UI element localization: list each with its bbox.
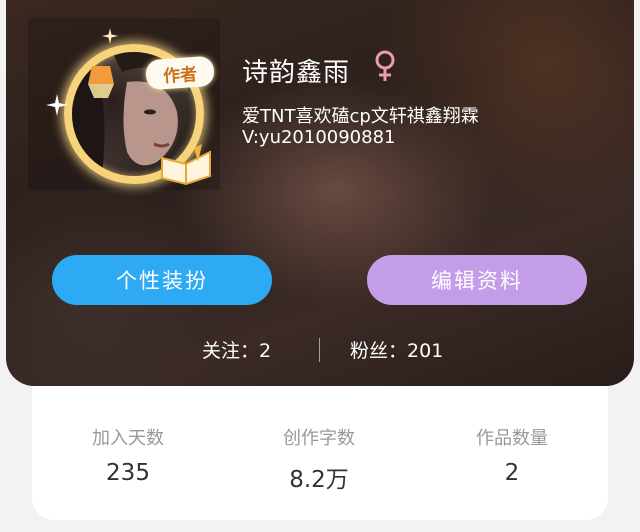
following-link[interactable]: 关注：2 [202, 336, 271, 363]
profile-header-card: 作者 诗韵鑫雨 爱TNT喜欢磕cp文轩祺鑫翔霖 V:yu2010090881 个… [6, 0, 634, 386]
bio-text: 爱TNT喜欢磕cp文轩祺鑫翔霖 [242, 106, 479, 127]
sparkle-icon [102, 28, 118, 44]
stats-card: 加入天数 235 创作字数 8.2万 作品数量 2 [32, 386, 608, 520]
stat-word-count: 创作字数 8.2万 [229, 424, 409, 494]
edit-profile-button[interactable]: 编辑资料 [367, 255, 587, 305]
following-count: 2 [259, 340, 272, 362]
follow-stats-row: 关注：2 粉丝：201 [6, 336, 634, 364]
stat-value: 8.2万 [289, 467, 349, 493]
followers-count: 201 [407, 340, 444, 362]
following-label: 关注： [202, 340, 260, 362]
female-symbol-icon [375, 50, 395, 81]
wechat-id-text: V:yu2010090881 [242, 127, 396, 148]
followers-label: 粉丝： [350, 340, 408, 362]
stat-works-count: 作品数量 2 [422, 424, 602, 486]
sparkle-icon [46, 94, 68, 116]
stat-label: 作品数量 [476, 428, 548, 449]
stat-label: 创作字数 [283, 428, 355, 449]
author-badge: 作者 [145, 55, 215, 91]
profile-page: 作者 诗韵鑫雨 爱TNT喜欢磕cp文轩祺鑫翔霖 V:yu2010090881 个… [0, 0, 640, 532]
stat-value: 2 [504, 460, 520, 486]
stat-joined-days: 加入天数 235 [38, 424, 218, 486]
divider [319, 338, 320, 362]
followers-link[interactable]: 粉丝：201 [350, 336, 443, 363]
open-book-icon [161, 144, 211, 186]
stat-label: 加入天数 [92, 428, 164, 449]
dress-up-button[interactable]: 个性装扮 [52, 255, 272, 305]
avatar-frame[interactable]: 作者 [28, 18, 220, 190]
lamp-icon [88, 66, 114, 98]
username: 诗韵鑫雨 [242, 58, 351, 88]
stat-value: 235 [106, 460, 150, 486]
